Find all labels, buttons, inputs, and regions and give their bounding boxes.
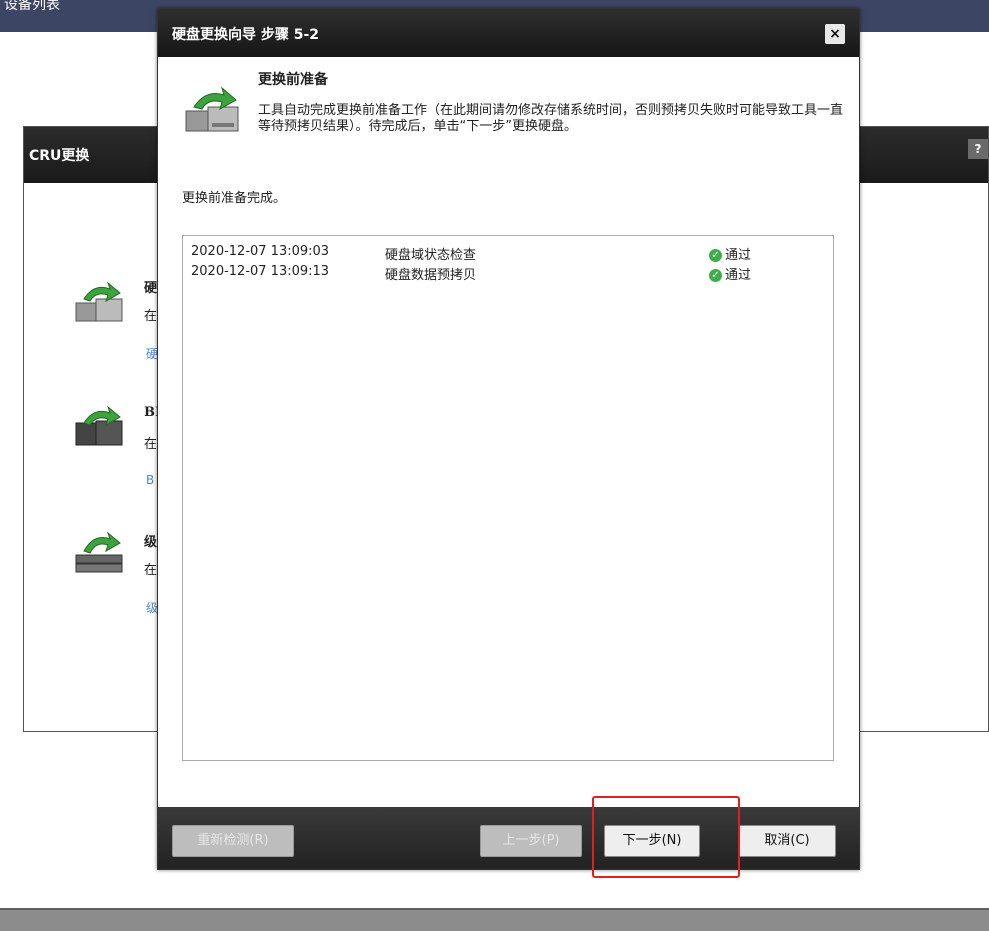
- top-title: 设备列表: [4, 0, 60, 13]
- prev-button[interactable]: 上一步(P): [480, 825, 582, 857]
- step-description: 工具自动完成更换前准备工作（在此期间请勿修改存储系统时间，否则预拷贝失败时可能导…: [258, 103, 844, 134]
- dialog-title-bar: 硬盘更换向导 步骤 5-2 ×: [158, 9, 859, 57]
- dialog-footer: 重新检测(R) 上一步(P) 下一步(N) 取消(C): [158, 807, 859, 869]
- replace-wizard-dialog: 硬盘更换向导 步骤 5-2 × 更换前准备 工具自动完成更换前准备工作（在此期间…: [157, 8, 860, 870]
- bbu-replace-icon: [75, 405, 123, 446]
- log-time: 2020-12-07 13:09:13: [191, 264, 330, 279]
- next-button-highlight: [592, 796, 740, 878]
- check-circle-icon: ✓: [709, 269, 722, 282]
- log-task: 硬盘数据预拷贝: [385, 268, 477, 283]
- cru-item-link[interactable]: B: [146, 473, 154, 487]
- help-button[interactable]: ?: [968, 139, 988, 159]
- recheck-button[interactable]: 重新检测(R): [172, 825, 294, 857]
- dialog-header: 更换前准备 工具自动完成更换前准备工作（在此期间请勿修改存储系统时间，否则预拷贝…: [158, 57, 859, 158]
- cru-item-name: 级: [144, 535, 158, 550]
- log-list[interactable]: 2020-12-07 13:09:03 硬盘域状态检查 ✓ 通过 2020-12-…: [182, 235, 834, 761]
- cru-item-desc: 在: [144, 309, 158, 324]
- check-circle-icon: ✓: [709, 249, 722, 262]
- dialog-title: 硬盘更换向导 步骤 5-2: [172, 27, 320, 43]
- log-result: ✓ 通过: [709, 264, 751, 283]
- cancel-button[interactable]: 取消(C): [738, 825, 836, 857]
- cru-item-desc: 在: [144, 563, 158, 578]
- log-row: 2020-12-07 13:09:13 硬盘数据预拷贝 ✓ 通过: [191, 264, 827, 284]
- cru-item-name: 硬: [144, 281, 158, 296]
- status-message: 更换前准备完成。: [182, 191, 287, 206]
- log-time: 2020-12-07 13:09:03: [191, 244, 330, 259]
- log-task: 硬盘域状态检查: [385, 248, 477, 263]
- log-result: ✓ 通过: [709, 244, 751, 263]
- log-result-label: 通过: [725, 268, 752, 283]
- log-result-label: 通过: [725, 248, 752, 263]
- disk-replace-icon: [75, 281, 123, 322]
- cru-title: CRU更换: [29, 148, 90, 164]
- dialog-body: 更换前准备完成。 2020-12-07 13:09:03 硬盘域状态检查 ✓ 通过…: [158, 157, 859, 807]
- step-title: 更换前准备: [258, 72, 328, 88]
- log-row: 2020-12-07 13:09:03 硬盘域状态检查 ✓ 通过: [191, 244, 827, 264]
- close-icon[interactable]: ×: [825, 24, 845, 44]
- enclosure-replace-icon: [75, 531, 123, 573]
- bottom-bar: [0, 908, 989, 931]
- disk-replace-icon: [185, 86, 239, 132]
- cru-item-desc: 在: [144, 437, 158, 452]
